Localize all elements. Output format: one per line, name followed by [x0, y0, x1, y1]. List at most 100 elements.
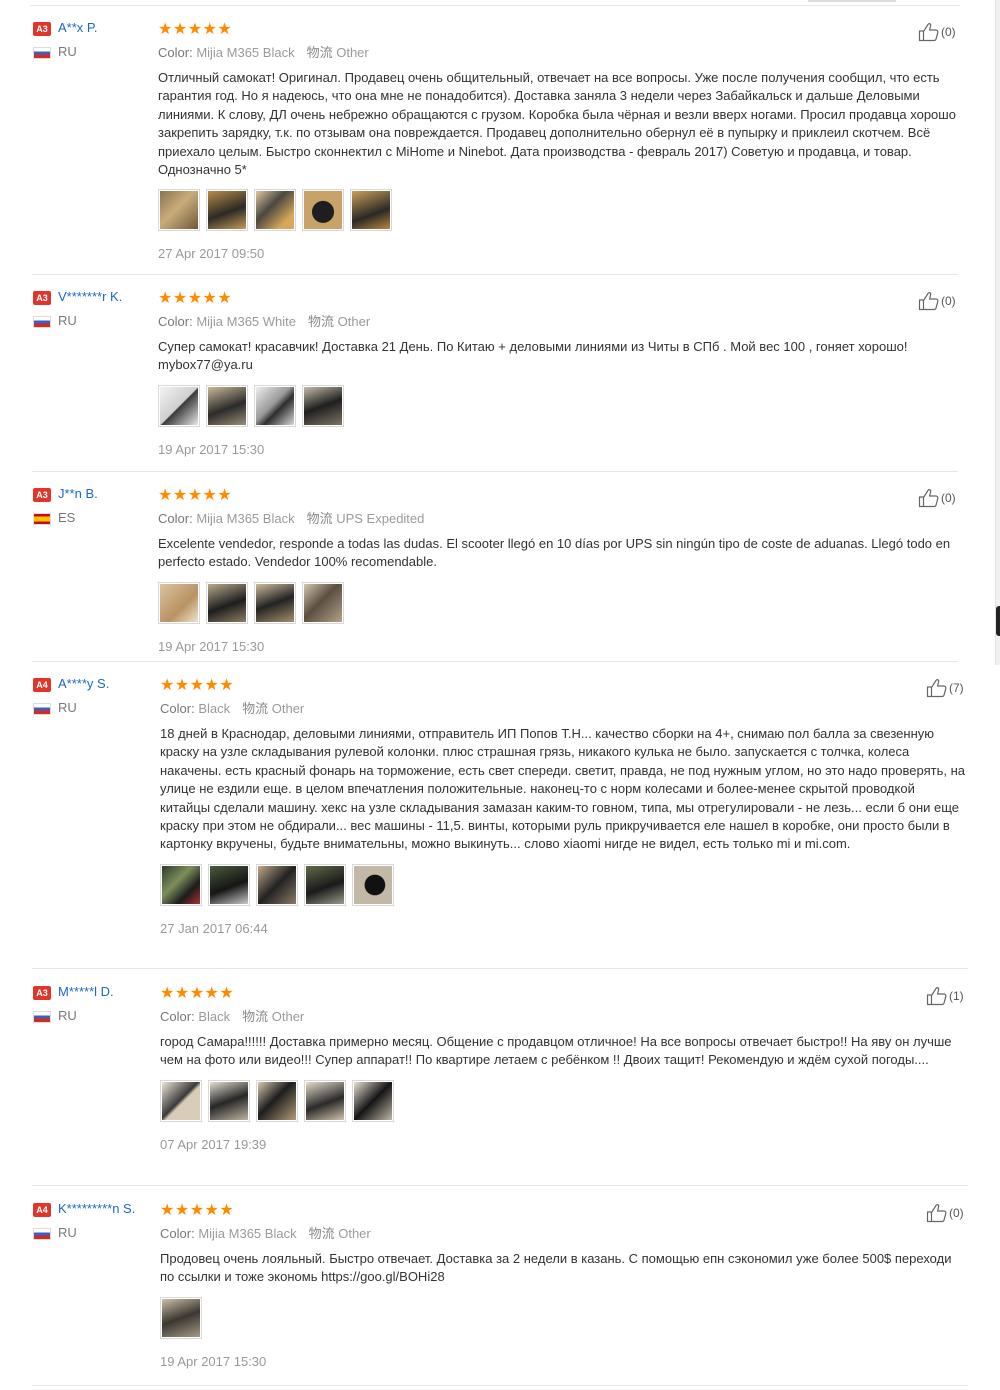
review-photo-image	[162, 1298, 200, 1337]
review-body: ★★★★★ Color: Mijia M365 Black 物流 Other Отли…	[158, 22, 958, 261]
review-photo-thumbnail[interactable]	[206, 384, 248, 427]
helpful-button[interactable]: (0)	[918, 291, 956, 311]
logistics-icon: 物流	[306, 511, 333, 526]
logistics-icon: 物流	[308, 1226, 335, 1241]
helpful-count: (0)	[949, 1206, 964, 1220]
review-photo-thumbnail[interactable]	[160, 863, 202, 906]
review-divider	[32, 661, 958, 662]
review-photo-thumbnail[interactable]	[206, 189, 248, 232]
buyer-level-badge: A3	[33, 22, 51, 36]
helpful-count: (0)	[941, 491, 956, 505]
shipping-method: Other	[336, 45, 369, 60]
review-photo-image	[354, 1081, 392, 1120]
order-info: Color: Mijia M365 White 物流 Other	[158, 313, 958, 331]
reviewer-name[interactable]: V*******r K.	[58, 289, 122, 304]
review-photo-image	[354, 865, 392, 904]
review-photo-image	[304, 386, 342, 425]
helpful-button[interactable]: (0)	[918, 22, 956, 42]
top-divider	[30, 5, 960, 6]
review-photos	[158, 384, 958, 429]
review-photo-image	[306, 865, 344, 904]
reviewer-country: RU	[58, 1225, 77, 1240]
star-rating: ★★★★★	[160, 985, 235, 1002]
reviewer-name[interactable]: K*********n S.	[58, 1201, 135, 1216]
review-photo-image	[160, 191, 198, 230]
shipping-method: Other	[271, 1009, 305, 1024]
review-photo-thumbnail[interactable]	[302, 581, 344, 624]
order-info: Color: Black 物流 Other	[160, 700, 968, 718]
review-photo-image	[208, 583, 246, 622]
review-photo-thumbnail[interactable]	[256, 863, 298, 906]
review-body: ★★★★★ Color: Black 物流 Other город Самара!!!…	[160, 986, 968, 1152]
review-photo-thumbnail[interactable]	[304, 1079, 346, 1122]
scrollbar-thumb[interactable]	[996, 606, 1000, 636]
review-photo-thumbnail[interactable]	[304, 863, 346, 906]
color-label: Color:	[158, 511, 193, 526]
review-photo-image	[162, 1081, 200, 1120]
review-photo-thumbnail[interactable]	[254, 581, 296, 624]
review-divider	[32, 1385, 968, 1386]
review-divider	[32, 1185, 968, 1186]
scrollbar-track[interactable]	[995, 0, 1000, 665]
review-photo-image	[258, 1081, 296, 1120]
review-photo-image	[210, 1081, 248, 1120]
review-photo-image	[208, 386, 246, 425]
star-rating: ★★★★★	[158, 487, 233, 504]
review-body: ★★★★★ Color: Mijia M365 Black 物流 UPS Exped…	[158, 488, 958, 654]
helpful-count: (7)	[949, 681, 964, 695]
reviewer-name[interactable]: J**n B.	[58, 486, 98, 501]
country-flag-icon	[33, 47, 51, 59]
review-photo-thumbnail[interactable]	[352, 863, 394, 906]
review-photo-thumbnail[interactable]	[206, 581, 248, 624]
color-label: Color:	[158, 45, 193, 60]
review-photo-thumbnail[interactable]	[302, 189, 344, 232]
review-photo-thumbnail[interactable]	[158, 384, 200, 427]
review-text: 18 дней в Краснодар, деловыми линиями, о…	[160, 726, 965, 852]
review-date: 27 Apr 2017 09:50	[158, 246, 265, 262]
review-photo-thumbnail[interactable]	[350, 189, 392, 232]
reviewer-name[interactable]: A**x P.	[58, 20, 98, 35]
review-photo-thumbnail[interactable]	[256, 1079, 298, 1122]
thumbs-up-icon	[926, 1204, 948, 1223]
review-photos	[158, 581, 958, 626]
review-photo-thumbnail[interactable]	[352, 1079, 394, 1122]
review-photo-thumbnail[interactable]	[208, 1079, 250, 1122]
review-photo-image	[160, 583, 198, 622]
helpful-count: (0)	[941, 25, 956, 39]
thumbs-up-icon	[918, 489, 940, 508]
thumbs-up-icon	[918, 292, 940, 311]
star-rating: ★★★★★	[158, 21, 233, 38]
reviewer-name[interactable]: M*****l D.	[58, 984, 114, 999]
review-photo-thumbnail[interactable]	[158, 189, 200, 232]
order-info: Color: Black 物流 Other	[160, 1008, 968, 1026]
review-photo-thumbnail[interactable]	[302, 384, 344, 427]
helpful-button[interactable]: (1)	[926, 986, 964, 1006]
review-photo-thumbnail[interactable]	[158, 581, 200, 624]
logistics-icon: 物流	[306, 45, 333, 60]
reviewer-name[interactable]: A****y S.	[58, 676, 109, 691]
review-text: Excelente vendedor, responde a todas las…	[158, 536, 951, 570]
review-photo-image	[256, 386, 294, 425]
review-photo-thumbnail[interactable]	[160, 1296, 202, 1339]
review-photos	[160, 1079, 968, 1124]
helpful-button[interactable]: (0)	[918, 488, 956, 508]
review-photo-image	[210, 865, 248, 904]
country-flag-icon	[33, 513, 51, 525]
thumbs-up-icon	[926, 679, 948, 698]
review-photo-image	[304, 583, 342, 622]
helpful-count: (0)	[941, 294, 956, 308]
reviewer-country: RU	[58, 313, 77, 328]
thumbs-up-icon	[918, 23, 940, 42]
review-photo-thumbnail[interactable]	[160, 1079, 202, 1122]
helpful-button[interactable]: (0)	[926, 1203, 964, 1223]
buyer-level-badge: A4	[33, 1203, 51, 1217]
review-photo-thumbnail[interactable]	[254, 384, 296, 427]
helpful-button[interactable]: (7)	[926, 678, 964, 698]
color-label: Color:	[160, 1009, 195, 1024]
review-photos	[160, 863, 968, 908]
review-photo-thumbnail[interactable]	[208, 863, 250, 906]
review-body: ★★★★★ Color: Mijia M365 White 物流 Other Супе…	[158, 291, 958, 457]
review-photo-thumbnail[interactable]	[254, 189, 296, 232]
star-rating: ★★★★★	[158, 290, 233, 307]
logistics-icon: 物流	[242, 1009, 269, 1024]
